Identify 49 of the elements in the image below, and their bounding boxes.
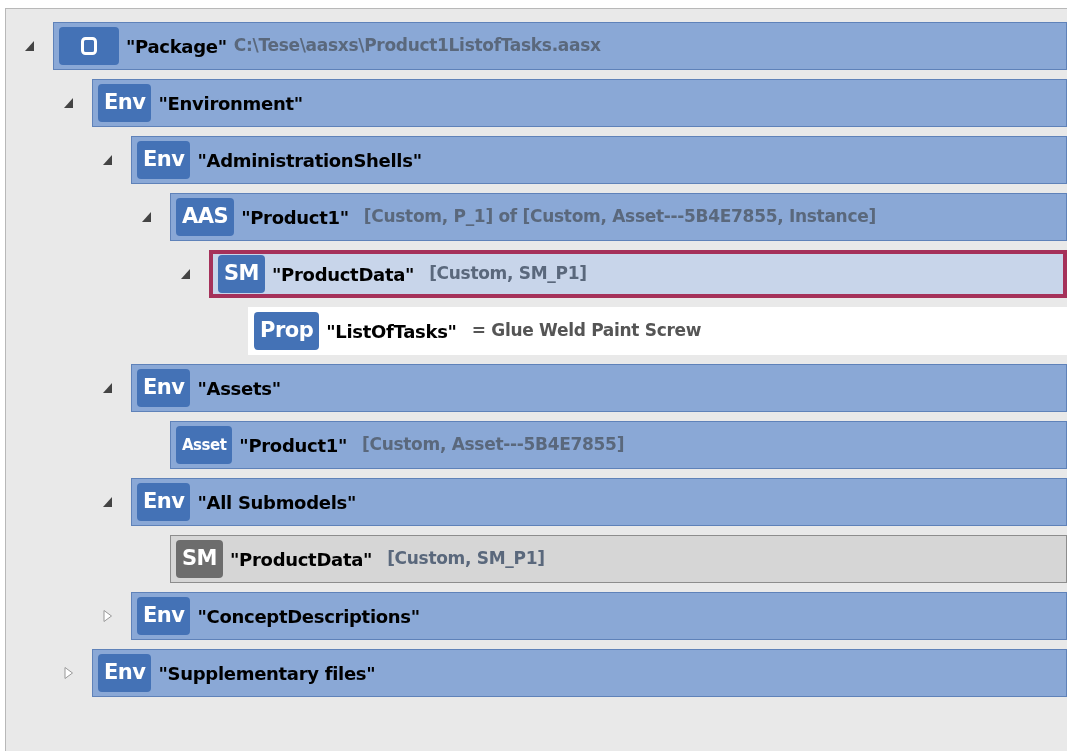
type-badge: Env: [137, 597, 191, 635]
tree-item[interactable]: Env "AdministrationShells": [131, 136, 1067, 184]
tree-item[interactable]: Env "All Submodels": [131, 478, 1067, 526]
expanded-triangle-icon[interactable]: [101, 153, 114, 167]
item-name: "ListOfTasks": [326, 319, 457, 344]
item-info: C:\Tese\aasxs\Product1ListofTasks.aasx: [233, 34, 601, 58]
type-badge: Env: [137, 141, 191, 179]
tree-item[interactable]: "Package" C:\Tese\aasxs\Product1ListofTasks.aasx: [53, 22, 1067, 70]
item-name: "ConceptDescriptions": [197, 604, 420, 629]
expanded-triangle-icon[interactable]: [179, 267, 192, 281]
item-info: [Custom, Asset---5B4E7855]: [362, 433, 625, 457]
type-badge: Env: [98, 84, 152, 122]
item-info: [Custom, P_1] of [Custom, Asset---5B4E7855, Instance]: [363, 205, 876, 229]
tree-item[interactable]: AAS "Product1" [Custom, P_1] of [Custom, Asset---5B4E7855, Instance]: [170, 193, 1067, 241]
type-badge: Prop: [254, 312, 320, 350]
type-badge: SM: [218, 255, 266, 293]
tree-item[interactable]: Env "Supplementary files": [92, 649, 1067, 697]
item-value: = Glue Weld Paint Screw: [471, 319, 702, 343]
tree-item[interactable]: SM "ProductData" [Custom, SM_P1]: [209, 250, 1067, 298]
item-name: "Supplementary files": [158, 661, 376, 686]
type-badge: Env: [98, 654, 152, 692]
type-badge: Env: [137, 369, 191, 407]
item-name: "All Submodels": [197, 490, 357, 515]
tree-item[interactable]: Prop "ListOfTasks" = Glue Weld Paint Screw: [248, 307, 1067, 355]
tree-item[interactable]: Env "ConceptDescriptions": [131, 592, 1067, 640]
item-info: [Custom, SM_P1]: [429, 262, 587, 286]
expanded-triangle-icon[interactable]: [101, 381, 114, 395]
item-name: "Product1": [241, 205, 349, 230]
type-badge: AAS: [176, 198, 235, 236]
square-icon: [81, 37, 97, 55]
item-name: "Assets": [197, 376, 281, 401]
item-name: "Product1": [239, 433, 347, 458]
item-name: "ProductData": [272, 262, 415, 287]
type-badge: Env: [137, 483, 191, 521]
item-info: [Custom, SM_P1]: [387, 547, 545, 571]
expanded-triangle-icon[interactable]: [62, 96, 75, 110]
expanded-triangle-icon[interactable]: [140, 210, 153, 224]
item-name: "Package": [126, 34, 227, 59]
expanded-triangle-icon[interactable]: [101, 495, 114, 509]
type-badge: Asset: [176, 426, 233, 464]
type-badge: SM: [176, 540, 224, 578]
item-name: "ProductData": [230, 547, 373, 572]
item-name: "AdministrationShells": [197, 148, 422, 173]
item-name: "Environment": [158, 91, 303, 116]
tree-item[interactable]: Asset "Product1" [Custom, Asset---5B4E7855]: [170, 421, 1067, 469]
expanded-triangle-icon[interactable]: [23, 39, 36, 53]
tree-item[interactable]: SM "ProductData" [Custom, SM_P1]: [170, 535, 1067, 583]
tree-item[interactable]: Env "Environment": [92, 79, 1067, 127]
tree-item[interactable]: Env "Assets": [131, 364, 1067, 412]
